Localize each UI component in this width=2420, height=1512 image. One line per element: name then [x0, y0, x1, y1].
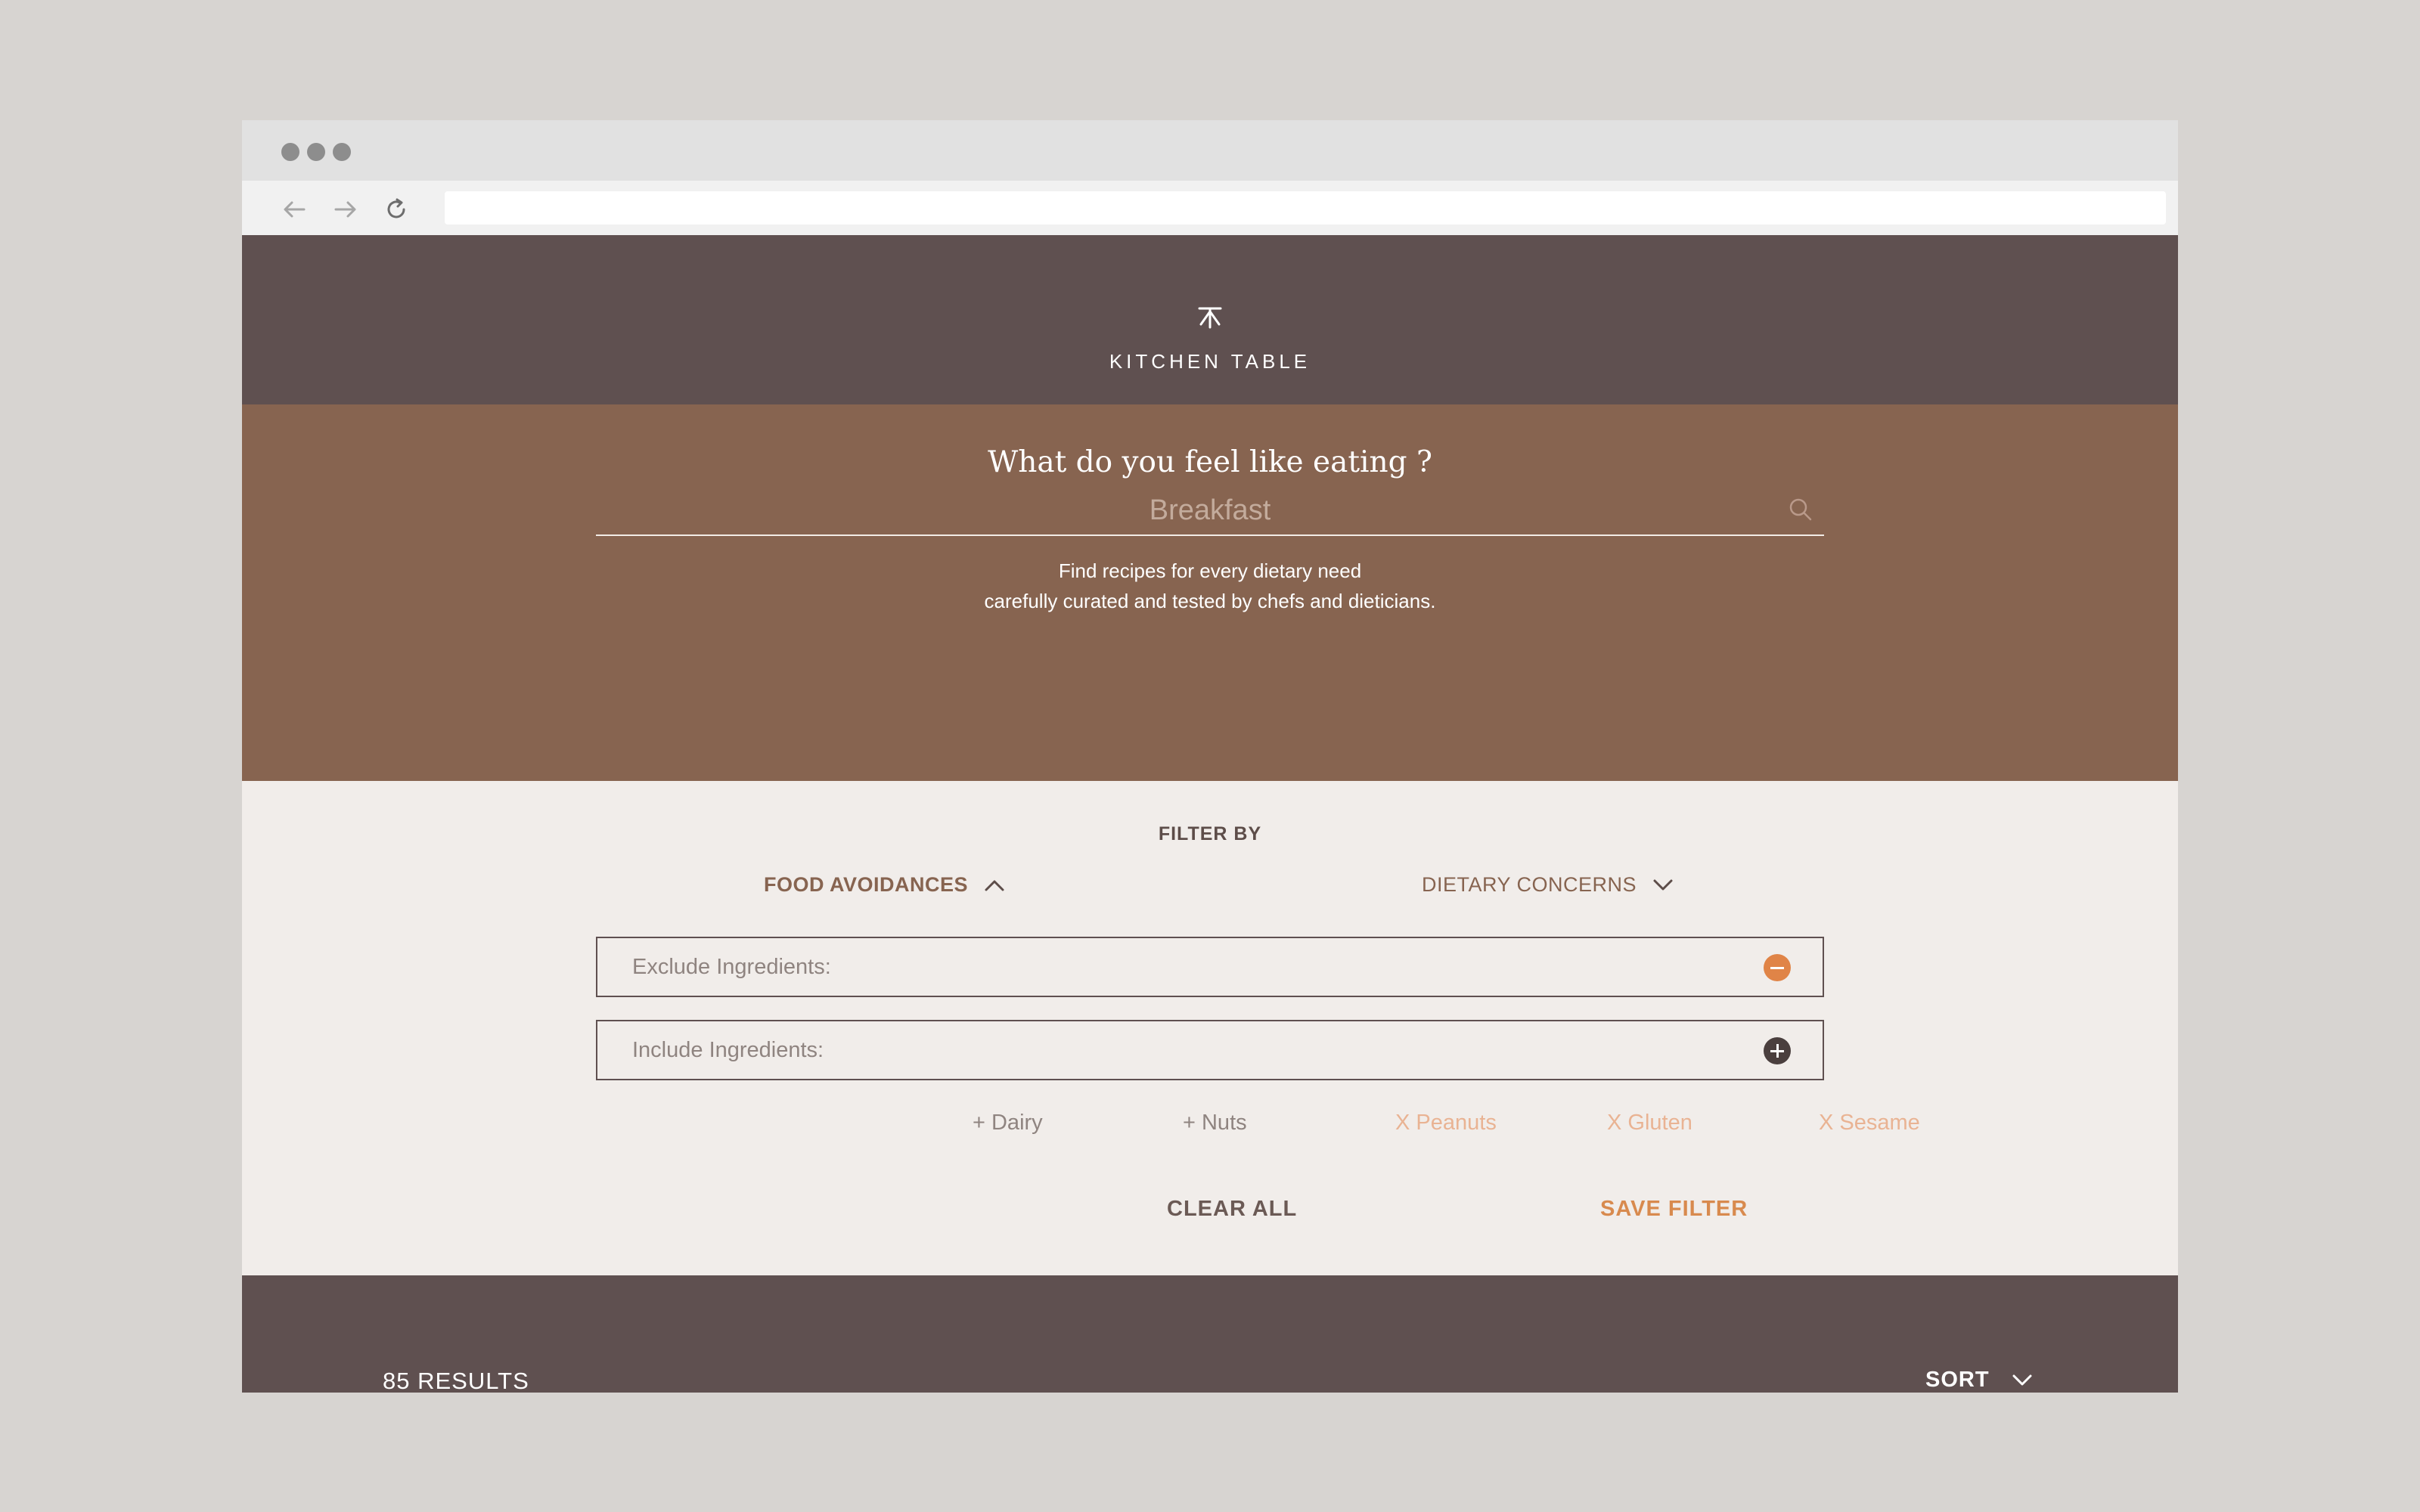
- back-button[interactable]: [277, 193, 313, 226]
- search-icon[interactable]: [1788, 497, 1813, 522]
- hero-subtitle-line-2: carefully curated and tested by chefs an…: [984, 590, 1436, 612]
- results-section: 85 RESULTS SORT: [242, 1275, 2178, 1393]
- tab-food-avoidances[interactable]: FOOD AVOIDANCES: [764, 873, 1006, 897]
- exclude-ingredients-input[interactable]: [632, 938, 1736, 996]
- site-header: KITCHEN TABLE: [242, 235, 2178, 404]
- arrow-left-icon: [284, 201, 306, 218]
- reload-icon: [387, 198, 405, 218]
- filter-panel: FILTER BY FOOD AVOIDANCES DIETARY CONCER…: [242, 781, 2178, 1275]
- forward-button[interactable]: [327, 193, 363, 226]
- chip-gluten[interactable]: X Gluten: [1607, 1111, 1692, 1136]
- exclude-ingredients-field: [596, 937, 1824, 997]
- browser-window: KITCHEN TABLE What do you feel like eati…: [242, 120, 2178, 1393]
- chevron-down-icon: [2012, 1374, 2032, 1385]
- save-filter-button[interactable]: SAVE FILTER: [1600, 1197, 1748, 1222]
- tab-dietary-concerns-label: DIETARY CONCERNS: [1422, 873, 1637, 896]
- chip-nuts[interactable]: + Nuts: [1183, 1111, 1247, 1136]
- chip-peanuts[interactable]: X Peanuts: [1395, 1111, 1497, 1136]
- results-count: 85 RESULTS: [383, 1368, 529, 1393]
- clear-all-button[interactable]: CLEAR ALL: [1167, 1197, 1297, 1222]
- hero-title: What do you feel like eating ?: [988, 445, 1432, 479]
- kitchen-table-logo-icon[interactable]: [1198, 306, 1222, 329]
- window-titlebar: [242, 120, 2178, 181]
- search-input[interactable]: [596, 486, 1824, 534]
- sort-dropdown[interactable]: SORT: [1925, 1368, 2034, 1393]
- chevron-up-icon: [985, 880, 1004, 891]
- include-ingredients-input[interactable]: [632, 1021, 1736, 1079]
- chip-sesame[interactable]: X Sesame: [1819, 1111, 1920, 1136]
- tab-dietary-concerns[interactable]: DIETARY CONCERNS: [1422, 873, 1674, 897]
- search-hero: What do you feel like eating ? Find reci…: [242, 404, 2178, 781]
- remove-ingredient-button[interactable]: [1764, 954, 1791, 981]
- include-ingredients-field: [596, 1020, 1824, 1080]
- tab-food-avoidances-label: FOOD AVOIDANCES: [764, 873, 969, 896]
- browser-toolbar: [242, 181, 2178, 235]
- minus-icon: [1770, 966, 1784, 969]
- reload-button[interactable]: [378, 193, 414, 226]
- minimize-window-dot[interactable]: [307, 143, 325, 161]
- plus-icon-vertical: [1776, 1044, 1779, 1058]
- filter-title: FILTER BY: [1158, 823, 1262, 844]
- add-ingredient-button[interactable]: [1764, 1037, 1791, 1064]
- search-field: [596, 486, 1824, 536]
- chip-dairy[interactable]: + Dairy: [973, 1111, 1043, 1136]
- hero-subtitle-line-1: Find recipes for every dietary need: [1058, 559, 1362, 582]
- brand-name[interactable]: KITCHEN TABLE: [242, 350, 2178, 373]
- maximize-window-dot[interactable]: [333, 143, 351, 161]
- arrow-right-icon: [334, 201, 356, 218]
- hero-subtitle: Find recipes for every dietary need care…: [242, 556, 2178, 616]
- window-controls: [281, 143, 351, 161]
- address-bar[interactable]: [445, 191, 2166, 225]
- sort-label: SORT: [1925, 1368, 1990, 1392]
- chevron-down-icon: [1653, 879, 1673, 890]
- close-window-dot[interactable]: [281, 143, 299, 161]
